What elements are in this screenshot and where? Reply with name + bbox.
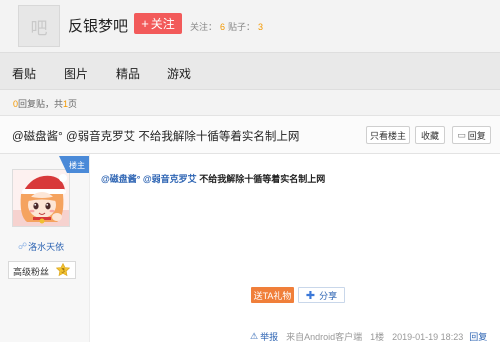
reply-button-label: 回复	[467, 130, 486, 141]
fan-rank-title: 高级粉丝	[13, 267, 50, 277]
rank-level-number: 3	[61, 268, 65, 275]
post-content: @磁盘酱° @弱音克罗艾 不给我解除十循等着实名制上网	[101, 172, 325, 185]
forum-nav: 看贴 图片 精品 游戏	[0, 52, 500, 90]
report-link[interactable]: ⚠ 举报	[250, 330, 278, 342]
post-footer: ⚠ 举报 来自Android客户端 1楼 2019-01-19 18:23 回复	[250, 330, 487, 342]
only-author-button[interactable]: 只看楼主	[366, 126, 410, 144]
pager-row: 0回复贴，共1页	[0, 90, 500, 116]
nav-item-games[interactable]: 游戏	[167, 65, 191, 82]
reply-button[interactable]: ▭ 回复	[452, 126, 491, 144]
nav-item-featured[interactable]: 精品	[116, 65, 140, 82]
report-label: 举报	[260, 332, 279, 342]
mention-link[interactable]: @弱音克罗艾	[143, 174, 197, 184]
nav-item-posts[interactable]: 看贴	[12, 65, 36, 82]
post-reply-link[interactable]: 回复	[469, 330, 487, 342]
post-timestamp: 2019-01-19 18:23	[392, 331, 464, 342]
reply-icon: ▭	[457, 129, 466, 140]
warning-icon: ⚠	[250, 331, 259, 341]
author-username[interactable]: ☍ 洛水天依	[18, 240, 64, 253]
posts-stat-label: 贴子：	[228, 22, 256, 32]
favorite-button[interactable]: 收藏	[415, 126, 445, 144]
mention-link[interactable]: @磁盘酱°	[101, 174, 140, 184]
follow-stat: 关注： 6	[190, 20, 225, 33]
thread-title: @磁盘酱° @弱音克罗艾 不给我解除十循等着实名制上网	[12, 131, 300, 143]
post: 楼主 ☍ 洛水天依 高级粉丝 3 @磁盘酱° @弱音克罗艾 不给我解除十循等着实…	[0, 154, 500, 342]
pager-summary: 0回复贴，共1页	[13, 97, 77, 110]
tieba-thread-page: 吧 反银梦吧 + 关注 关注： 6 贴子： 3 看贴 图片 精品 游戏 0回复贴，共…	[0, 0, 500, 342]
nav-item-images[interactable]: 图片	[64, 65, 88, 82]
plus-icon: ✚	[305, 289, 316, 302]
forum-avatar[interactable]: 吧	[18, 5, 60, 47]
follow-button[interactable]: + 关注	[134, 13, 182, 34]
follow-stat-count: 6	[220, 22, 226, 32]
posts-stat: 贴子： 3	[228, 20, 263, 33]
user-icon: ☍	[18, 241, 28, 251]
post-text: 不给我解除十循等着实名制上网	[199, 174, 326, 184]
follow-stat-label: 关注：	[190, 22, 218, 32]
forum-header: 吧 反银梦吧 + 关注 关注： 6 贴子： 3	[0, 0, 500, 52]
author-column: 楼主 ☍ 洛水天依 高级粉丝 3	[0, 154, 90, 342]
share-button-label: 分享	[319, 290, 338, 301]
forum-name[interactable]: 反银梦吧	[68, 15, 128, 36]
follow-button-label: 关注	[150, 17, 175, 31]
plus-icon: +	[141, 16, 149, 31]
thread-starter-badge: 楼主	[59, 156, 89, 173]
pager-text-end: 页	[68, 99, 78, 109]
floor-number: 1楼	[370, 332, 385, 342]
author-username-label: 洛水天依	[28, 242, 65, 252]
share-button[interactable]: ✚ 分享	[298, 287, 345, 303]
post-source: 来自Android客户端	[286, 332, 363, 342]
pager-text-mid: 回复贴，共	[18, 99, 64, 109]
thread-starter-badge-label: 楼主	[69, 160, 85, 170]
author-avatar[interactable]	[12, 169, 70, 227]
anime-girl-avatar-image	[13, 170, 69, 226]
send-gift-button[interactable]: 送TA礼物	[251, 287, 294, 303]
posts-stat-count: 3	[258, 22, 264, 32]
rank-level-icon: 3	[56, 263, 70, 277]
fan-rank[interactable]: 高级粉丝 3	[8, 261, 76, 279]
thread-title-bar: @磁盘酱° @弱音克罗艾 不给我解除十循等着实名制上网 只看楼主 收藏 ▭ 回复	[0, 116, 500, 154]
